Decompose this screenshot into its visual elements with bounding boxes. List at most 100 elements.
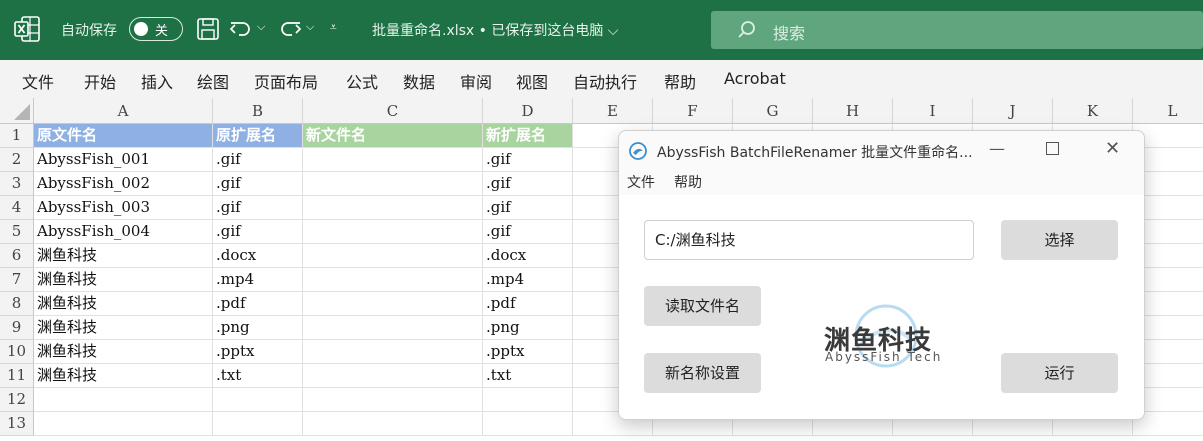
cell-c12[interactable] [303,388,483,412]
customize-icon[interactable]: ⩡ [330,20,337,35]
maximize-icon[interactable] [1046,142,1059,155]
cell-b1[interactable]: 原扩展名 [213,124,303,148]
cell-c11[interactable] [303,364,483,388]
column-header-a[interactable]: A [34,98,213,124]
cell-a3[interactable]: AbyssFish_002 [34,172,213,196]
select-button[interactable]: 选择 [1001,220,1118,260]
cell-c4[interactable] [303,196,483,220]
cell-d3[interactable]: .gif [483,172,573,196]
row-header-2[interactable]: 2 [0,148,34,172]
cell-c8[interactable] [303,292,483,316]
cell-d1[interactable]: 新扩展名 [483,124,573,148]
search-box[interactable]: 搜索 [711,11,1203,49]
close-icon[interactable]: ✕ [1105,138,1120,159]
column-header-d[interactable]: D [483,98,573,124]
cell-d9[interactable]: .png [483,316,573,340]
cell-a7[interactable]: 渊鱼科技 [34,268,213,292]
row-header-8[interactable]: 8 [0,292,34,316]
column-header-g[interactable]: G [733,98,813,124]
row-header-7[interactable]: 7 [0,268,34,292]
row-header-10[interactable]: 10 [0,340,34,364]
cell-b5[interactable]: .gif [213,220,303,244]
column-header-k[interactable]: K [1053,98,1133,124]
cell-c9[interactable] [303,316,483,340]
cell-a4[interactable]: AbyssFish_003 [34,196,213,220]
file-title[interactable]: 批量重命名.xlsx • 已保存到这台电脑 ⌵ [372,20,618,40]
redo-dropdown-icon[interactable]: ⌵ [306,20,314,34]
cell-b13[interactable] [213,412,303,436]
cell-a13[interactable] [34,412,213,436]
menu-acrobat[interactable]: Acrobat [724,69,786,88]
cell-a12[interactable] [34,388,213,412]
run-button[interactable]: 运行 [1001,353,1118,393]
cell-b4[interactable]: .gif [213,196,303,220]
read-filenames-button[interactable]: 读取文件名 [644,286,761,326]
cell-c10[interactable] [303,340,483,364]
menu-home[interactable]: 开始 [84,69,116,93]
cell-a5[interactable]: AbyssFish_004 [34,220,213,244]
menu-data[interactable]: 数据 [403,69,435,93]
undo-dropdown-icon[interactable]: ⌵ [257,20,265,34]
cell-c2[interactable] [303,148,483,172]
save-icon[interactable] [195,16,221,42]
cell-c7[interactable] [303,268,483,292]
cell-d7[interactable]: .mp4 [483,268,573,292]
column-header-b[interactable]: B [213,98,303,124]
row-header-6[interactable]: 6 [0,244,34,268]
cell-a6[interactable]: 渊鱼科技 [34,244,213,268]
cell-b9[interactable]: .png [213,316,303,340]
cell-a11[interactable]: 渊鱼科技 [34,364,213,388]
cell-b12[interactable] [213,388,303,412]
menu-help[interactable]: 帮助 [664,69,696,93]
row-header-13[interactable]: 13 [0,412,34,436]
dialog-menu-help[interactable]: 帮助 [674,172,702,192]
menu-review[interactable]: 审阅 [460,69,492,93]
undo-icon[interactable] [228,16,254,42]
column-header-j[interactable]: J [973,98,1053,124]
new-name-settings-button[interactable]: 新名称设置 [644,353,761,393]
cell-d6[interactable]: .docx [483,244,573,268]
cell-a1[interactable]: 原文件名 [34,124,213,148]
cell-d12[interactable] [483,388,573,412]
menu-page-layout[interactable]: 页面布局 [254,69,318,93]
cell-c3[interactable] [303,172,483,196]
minimize-icon[interactable]: — [989,139,1005,158]
column-header-i[interactable]: I [893,98,973,124]
excel-logo-icon[interactable] [14,14,40,44]
menu-file[interactable]: 文件 [22,69,54,93]
cell-a8[interactable]: 渊鱼科技 [34,292,213,316]
row-header-12[interactable]: 12 [0,388,34,412]
column-header-e[interactable]: E [573,98,653,124]
menu-insert[interactable]: 插入 [141,69,173,93]
row-header-5[interactable]: 5 [0,220,34,244]
redo-icon[interactable] [277,16,303,42]
cell-d2[interactable]: .gif [483,148,573,172]
cell-c1[interactable]: 新文件名 [303,124,483,148]
cell-b11[interactable]: .txt [213,364,303,388]
cell-a9[interactable]: 渊鱼科技 [34,316,213,340]
cell-d13[interactable] [483,412,573,436]
cell-a2[interactable]: AbyssFish_001 [34,148,213,172]
column-header-h[interactable]: H [813,98,893,124]
cell-c5[interactable] [303,220,483,244]
cell-c6[interactable] [303,244,483,268]
column-header-c[interactable]: C [303,98,483,124]
cell-b8[interactable]: .pdf [213,292,303,316]
row-header-4[interactable]: 4 [0,196,34,220]
column-header-f[interactable]: F [653,98,733,124]
menu-automate[interactable]: 自动执行 [573,69,637,93]
cell-b10[interactable]: .pptx [213,340,303,364]
cell-d8[interactable]: .pdf [483,292,573,316]
row-header-1[interactable]: 1 [0,124,34,148]
row-header-3[interactable]: 3 [0,172,34,196]
cell-d10[interactable]: .pptx [483,340,573,364]
cell-c13[interactable] [303,412,483,436]
cell-d11[interactable]: .txt [483,364,573,388]
dialog-menu-file[interactable]: 文件 [627,172,655,192]
menu-formulas[interactable]: 公式 [346,69,378,93]
select-all-corner[interactable] [0,98,34,124]
cell-b6[interactable]: .docx [213,244,303,268]
column-header-l[interactable]: L [1133,98,1203,124]
cell-b3[interactable]: .gif [213,172,303,196]
cell-b2[interactable]: .gif [213,148,303,172]
